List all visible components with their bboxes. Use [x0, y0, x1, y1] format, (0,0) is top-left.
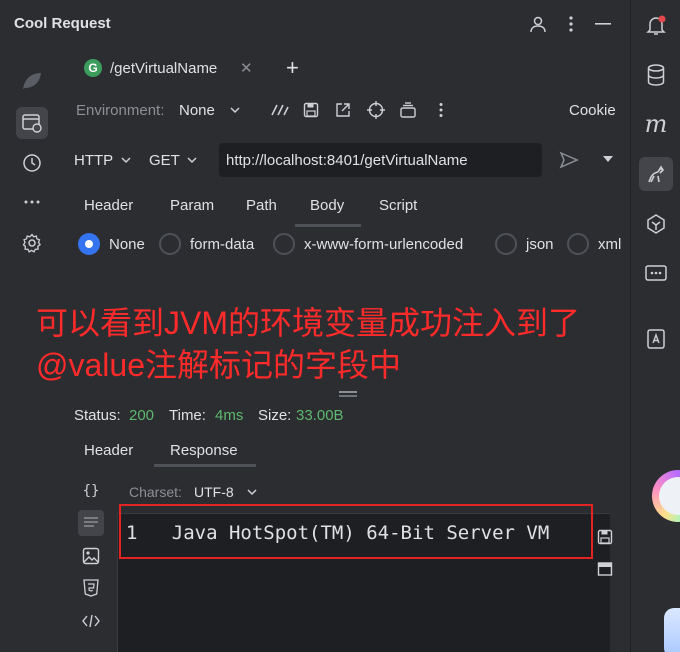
- protocol-select[interactable]: HTTP: [74, 152, 113, 169]
- app-title: Cool Request: [14, 15, 111, 32]
- time-label: Time:: [169, 407, 206, 424]
- radio-urlencoded-label: x-www-form-urlencoded: [304, 236, 464, 253]
- right-tool-rail: m: [630, 0, 680, 652]
- api-request-icon[interactable]: [16, 107, 48, 139]
- send-options-dropdown-icon[interactable]: [601, 154, 615, 164]
- maven-m-icon[interactable]: m: [639, 107, 673, 141]
- target-crosshair-icon[interactable]: [365, 99, 387, 121]
- url-input-value: http://localhost:8401/getVirtualName: [226, 152, 468, 169]
- comment-slash-icon[interactable]: [268, 99, 290, 121]
- translate-document-icon[interactable]: [639, 322, 673, 356]
- terminal-panel-icon[interactable]: [639, 256, 673, 290]
- tab-response-header[interactable]: Header: [84, 442, 133, 459]
- cool-request-plugin-icon[interactable]: [639, 157, 673, 191]
- tab-param[interactable]: Param: [170, 197, 214, 214]
- radio-urlencoded[interactable]: [273, 233, 295, 255]
- code-tags-icon[interactable]: [78, 608, 104, 634]
- minimize-icon[interactable]: [591, 12, 615, 36]
- protocol-chevron-icon[interactable]: [120, 150, 132, 170]
- radio-none[interactable]: [78, 233, 100, 255]
- active-response-tab-indicator: [154, 464, 256, 467]
- send-icon[interactable]: [559, 150, 579, 170]
- radio-json[interactable]: [495, 233, 517, 255]
- radio-none-label: None: [109, 236, 145, 253]
- environment-label: Environment:: [76, 102, 165, 119]
- radio-xml[interactable]: [567, 233, 589, 255]
- annotation-line-1: 可以看到JVM的环境变量成功注入到了: [36, 305, 581, 341]
- size-label: Size:: [258, 407, 292, 424]
- cookie-button[interactable]: Cookie: [569, 102, 616, 119]
- history-clock-icon[interactable]: [16, 147, 48, 179]
- ai-assistant-icon[interactable]: [639, 207, 673, 241]
- status-label: Status:: [74, 407, 121, 424]
- charset-chevron-icon[interactable]: [246, 482, 258, 502]
- tab-path[interactable]: Path: [246, 197, 277, 214]
- image-icon[interactable]: [78, 543, 104, 569]
- more-options-icon[interactable]: [430, 99, 452, 121]
- request-tab-label[interactable]: /getVirtualName: [110, 60, 217, 77]
- user-icon[interactable]: [526, 12, 550, 36]
- annotation-line-2: @value注解标记的字段中: [36, 347, 401, 383]
- tab-response-body[interactable]: Response: [170, 442, 238, 459]
- add-tab-icon[interactable]: +: [286, 57, 299, 79]
- settings-gear-icon[interactable]: [16, 227, 48, 259]
- text-lines-icon[interactable]: [78, 510, 104, 536]
- splitter-handle-line: [339, 395, 357, 397]
- toggle-panel-icon[interactable]: [594, 558, 616, 580]
- radio-form-data[interactable]: [159, 233, 181, 255]
- splitter-handle[interactable]: [339, 391, 357, 393]
- highlight-box: [119, 504, 593, 559]
- method-select[interactable]: GET: [149, 152, 180, 169]
- database-icon[interactable]: [639, 58, 673, 92]
- more-horizontal-icon[interactable]: [16, 186, 48, 218]
- method-chevron-icon[interactable]: [186, 150, 198, 170]
- radio-form-data-label: form-data: [190, 236, 255, 253]
- json-braces-icon[interactable]: {}: [78, 478, 104, 504]
- tab-header[interactable]: Header: [84, 197, 133, 214]
- radio-json-label: json: [526, 236, 554, 253]
- charset-select[interactable]: UTF-8: [194, 484, 234, 500]
- notifications-bell-icon[interactable]: [639, 8, 673, 42]
- more-vertical-icon[interactable]: [559, 12, 583, 36]
- layers-stack-icon[interactable]: [397, 99, 419, 121]
- tab-body[interactable]: Body: [310, 197, 344, 214]
- request-tab-method-icon: G: [84, 59, 102, 77]
- title-bar: Cool Request: [0, 0, 630, 50]
- floating-widget-edge[interactable]: [664, 608, 680, 652]
- size-value: 33.00B: [296, 407, 344, 424]
- charset-label: Charset:: [129, 484, 182, 500]
- html5-icon[interactable]: [78, 575, 104, 601]
- save-response-icon[interactable]: [594, 526, 616, 548]
- tab-script[interactable]: Script: [379, 197, 417, 214]
- environment-select[interactable]: None: [179, 102, 215, 119]
- radio-xml-label: xml: [598, 236, 622, 253]
- time-value: 4ms: [215, 407, 244, 424]
- status-value: 200: [129, 407, 155, 424]
- active-tab-indicator: [295, 224, 361, 227]
- save-icon[interactable]: [300, 99, 322, 121]
- environment-chevron-icon[interactable]: [229, 100, 243, 120]
- close-tab-icon[interactable]: ✕: [240, 59, 253, 77]
- open-external-icon[interactable]: [332, 99, 354, 121]
- leaf-icon[interactable]: [16, 65, 48, 97]
